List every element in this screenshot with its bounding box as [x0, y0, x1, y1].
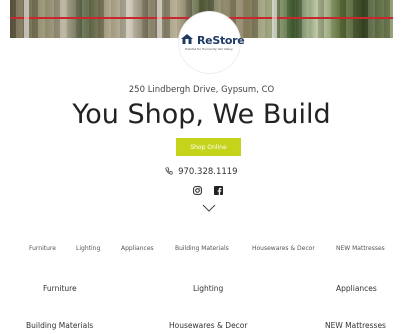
- logo-tagline: Habitat for Humanity Vail Valley: [185, 47, 233, 51]
- category-appliances[interactable]: Appliances: [336, 284, 377, 293]
- habitat-house-icon: [181, 34, 193, 44]
- shop-online-button[interactable]: Shop Online: [176, 138, 241, 156]
- nav-item-building-materials[interactable]: Building Materials: [175, 245, 229, 252]
- phone-number: 970.328.1119: [178, 167, 238, 177]
- category-new-mattresses[interactable]: NEW Mattresses: [325, 321, 386, 330]
- category-furniture[interactable]: Furniture: [43, 284, 77, 293]
- category-building-materials[interactable]: Building Materials: [26, 321, 93, 330]
- page-headline: You Shop, We Build: [72, 99, 331, 130]
- scroll-down-chevron-icon[interactable]: [202, 204, 216, 213]
- nav-item-appliances[interactable]: Appliances: [121, 245, 154, 252]
- store-address: 250 Lindbergh Drive, Gypsum, CO: [128, 85, 275, 95]
- hero-pillar: [272, 0, 277, 38]
- nav-item-furniture[interactable]: Furniture: [29, 245, 56, 252]
- logo-wordmark[interactable]: ReStore: [197, 34, 245, 47]
- nav-item-lighting[interactable]: Lighting: [76, 245, 100, 252]
- category-lighting[interactable]: Lighting: [193, 284, 223, 293]
- instagram-icon[interactable]: [193, 186, 202, 195]
- phone-icon: [165, 167, 173, 175]
- hero-pillar: [24, 0, 29, 38]
- phone-link[interactable]: 970.328.1119: [0, 167, 403, 177]
- nav-item-housewares-decor[interactable]: Housewares & Decor: [252, 245, 315, 252]
- hero-pillar: [157, 0, 162, 38]
- category-housewares-decor[interactable]: Housewares & Decor: [169, 321, 247, 330]
- nav-item-new-mattresses[interactable]: NEW Mattresses: [336, 245, 385, 252]
- facebook-icon[interactable]: [214, 186, 223, 195]
